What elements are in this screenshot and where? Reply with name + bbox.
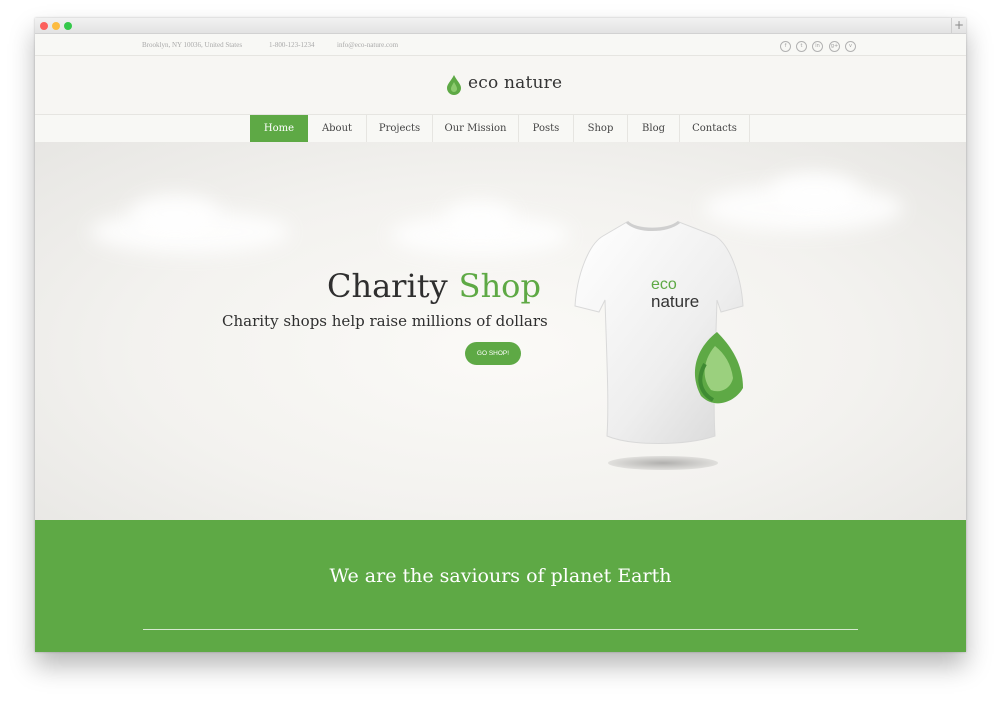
google-plus-icon[interactable]: g+: [829, 41, 840, 52]
maximize-window-button[interactable]: [64, 22, 72, 30]
close-window-button[interactable]: [40, 22, 48, 30]
browser-window: + Brooklyn, NY 10036, United States 1-80…: [35, 18, 966, 652]
linkedin-icon[interactable]: in: [812, 41, 823, 52]
tshirt-shadow: [608, 456, 718, 470]
site-name: eco nature: [468, 73, 563, 93]
nav-item-shop[interactable]: Shop: [574, 115, 628, 142]
facebook-icon[interactable]: f: [780, 41, 791, 52]
phone-link[interactable]: 1-800-123-1234: [269, 41, 315, 49]
leaf-drop-icon: [447, 75, 461, 95]
nav-item-posts[interactable]: Posts: [519, 115, 574, 142]
minimize-window-button[interactable]: [52, 22, 60, 30]
email-link[interactable]: info@eco-nature.com: [337, 41, 398, 49]
cloud-decoration: [130, 194, 220, 234]
cloud-decoration: [445, 200, 515, 234]
top-info-bar: Brooklyn, NY 10036, United States 1-800-…: [35, 34, 966, 56]
nav-item-about[interactable]: About: [308, 115, 367, 142]
cloud-decoration: [770, 172, 860, 212]
go-shop-button[interactable]: GO SHOP!: [465, 342, 521, 365]
main-navigation: Home About Projects Our Mission Posts Sh…: [35, 114, 966, 143]
vimeo-icon[interactable]: v: [845, 41, 856, 52]
hero-section: Charity Shop Charity shops help raise mil…: [35, 142, 966, 520]
nav-item-projects[interactable]: Projects: [367, 115, 433, 142]
divider-line: [143, 629, 858, 630]
browser-chrome: +: [35, 18, 966, 34]
tshirt-print-eco: eco: [651, 276, 677, 293]
hero-title-accent: Shop: [458, 267, 541, 305]
tshirt-image: eco nature: [574, 220, 744, 444]
tshirt-print-nature: nature: [651, 292, 699, 311]
nav-item-home[interactable]: Home: [250, 115, 308, 142]
nav-item-blog[interactable]: Blog: [628, 115, 680, 142]
mission-band: We are the saviours of planet Earth: [35, 520, 966, 652]
hero-title: Charity Shop: [327, 267, 541, 305]
twitter-icon[interactable]: t: [796, 41, 807, 52]
hero-subtitle: Charity shops help raise millions of dol…: [222, 312, 548, 330]
new-tab-button[interactable]: +: [951, 18, 966, 33]
nav-item-contacts[interactable]: Contacts: [680, 115, 750, 142]
hero-title-primary: Charity: [327, 267, 448, 305]
address-text: Brooklyn, NY 10036, United States: [142, 41, 243, 49]
mission-heading: We are the saviours of planet Earth: [329, 565, 672, 587]
nav-item-our-mission[interactable]: Our Mission: [433, 115, 519, 142]
